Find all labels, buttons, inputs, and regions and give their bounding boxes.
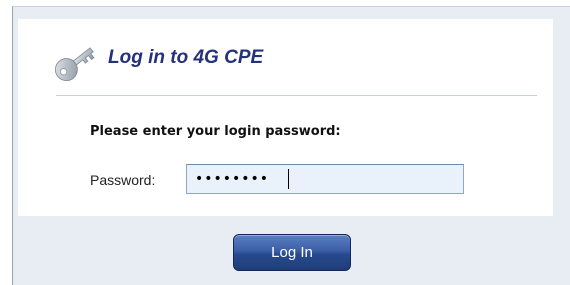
text-caret xyxy=(288,169,289,189)
login-button[interactable]: Log In xyxy=(233,234,351,271)
page-title: Log in to 4G CPE xyxy=(108,47,264,68)
password-instruction: Please enter your login password: xyxy=(90,124,341,139)
title-divider xyxy=(56,95,537,96)
password-field[interactable]: •••••••• xyxy=(186,164,464,194)
key-icon xyxy=(55,47,95,81)
password-label: Password: xyxy=(90,172,156,188)
password-value: •••••••• xyxy=(195,171,270,187)
